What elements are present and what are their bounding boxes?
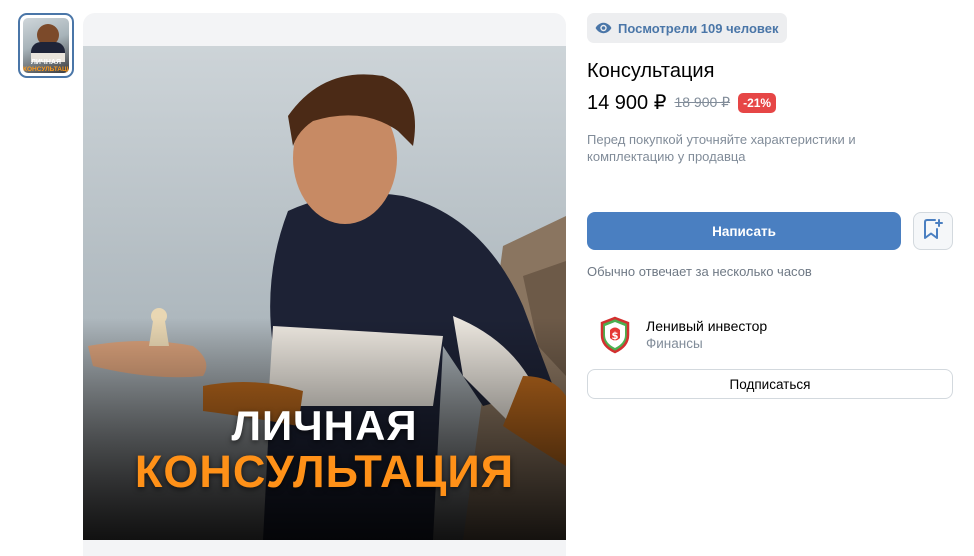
bookmark-add-icon	[923, 218, 943, 245]
reply-time-note: Обычно отвечает за несколько часов	[587, 264, 812, 279]
thumbnail-text-line1: ЛИЧНАЯ	[30, 59, 61, 66]
seller-info: Ленивый инвестор Финансы	[646, 318, 767, 353]
thumbnail-text-line2: КОНСУЛЬТАЦИЯ	[23, 66, 69, 73]
photo-title-line2: КОНСУЛЬТАЦИЯ	[134, 446, 515, 497]
svg-text:$: $	[612, 331, 619, 342]
seller-name[interactable]: Ленивый инвестор	[646, 318, 767, 335]
seller-card[interactable]: $ Ленивый инвестор Финансы	[598, 316, 767, 354]
purchase-note: Перед покупкой уточняйте характеристики …	[587, 132, 856, 164]
product-photo[interactable]: ЛИЧНАЯ КОНСУЛЬТАЦИЯ	[83, 46, 566, 540]
views-label: Посмотрели 109 человек	[618, 20, 779, 36]
seller-category: Финансы	[646, 335, 703, 351]
thumbnail-image: ЛИЧНАЯ КОНСУЛЬТАЦИЯ	[23, 18, 69, 73]
old-price: 18 900 ₽	[674, 94, 731, 110]
seller-logo-icon: $	[598, 316, 632, 354]
write-button[interactable]: Написать	[587, 212, 901, 250]
price-row: 14 900 ₽ 18 900 ₽ -21%	[587, 90, 777, 115]
subscribe-button[interactable]: Подписаться	[587, 369, 953, 399]
gallery-thumbnail[interactable]: ЛИЧНАЯ КОНСУЛЬТАЦИЯ	[18, 13, 74, 78]
views-badge: Посмотрели 109 человек	[587, 13, 788, 43]
product-title: Консультация	[587, 60, 715, 82]
price: 14 900 ₽	[587, 92, 667, 114]
add-to-favorites-button[interactable]	[913, 212, 953, 250]
discount-badge: -21%	[738, 92, 777, 113]
photo-title-line1: ЛИЧНАЯ	[231, 402, 418, 449]
eye-icon	[595, 22, 612, 34]
